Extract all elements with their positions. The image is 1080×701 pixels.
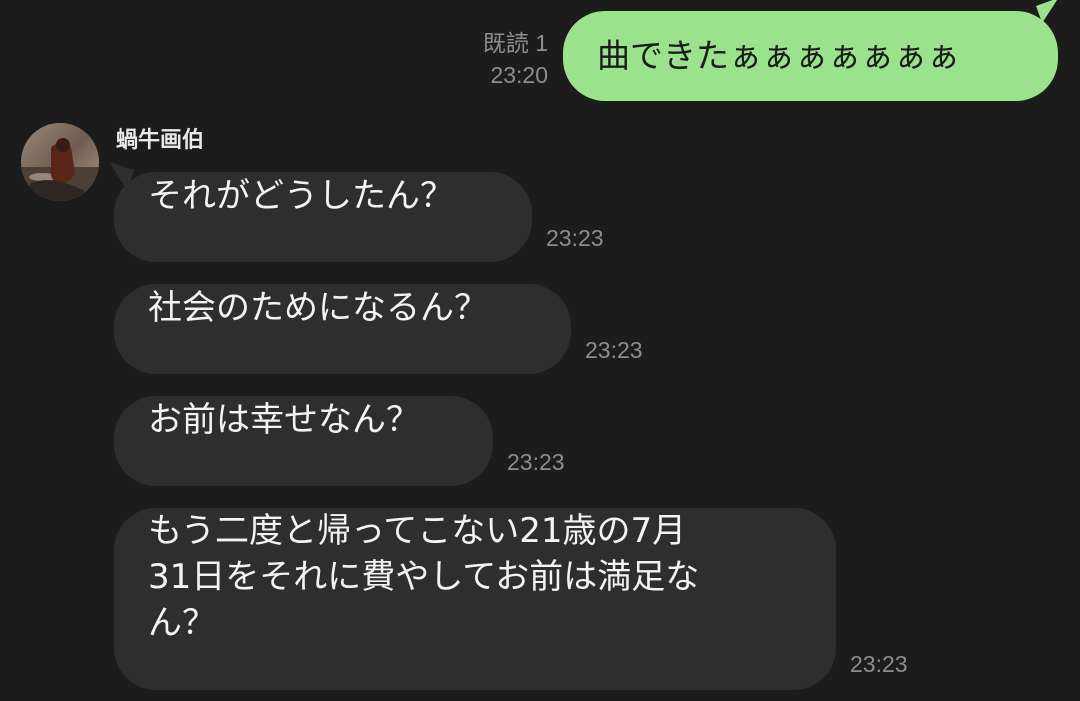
sender-name[interactable]: 蝸牛画伯 <box>116 127 204 155</box>
received-message-text: お前は幸せなん？ <box>148 400 420 440</box>
received-message-time: 23:23 <box>850 651 908 677</box>
user-avatar-photo[interactable] <box>21 123 99 201</box>
received-message-bubble[interactable]: それがどうしたん？ <box>114 172 532 262</box>
received-message-line: 31日をそれに費やしてお前は満足な <box>148 557 700 597</box>
received-message-bubble[interactable]: お前は幸せなん？ <box>114 396 493 486</box>
received-message-time: 23:23 <box>585 337 643 363</box>
sent-message-bubble[interactable]: 曲できたぁぁぁぁぁぁぁ <box>563 11 1058 101</box>
received-message-bubble[interactable]: 社会のためになるん？ <box>114 284 571 374</box>
received-message-line: もう二度と帰ってこない21歳の7月 <box>148 511 687 551</box>
received-message-text: それがどうしたん？ <box>148 176 454 216</box>
sent-message-text: 曲できたぁぁぁぁぁぁぁ <box>597 36 960 75</box>
read-receipt: 既読 1 <box>482 30 548 56</box>
received-message-text: 社会のためになるん？ <box>148 288 488 328</box>
received-message-bubble[interactable]: もう二度と帰ってこない21歳の7月 31日をそれに費やしてお前は満足な ん？ <box>114 508 836 690</box>
sent-message-meta: 既読 1 23:20 <box>483 28 548 90</box>
received-message-time: 23:23 <box>546 225 604 251</box>
sent-message-time: 23:20 <box>490 62 548 88</box>
chat-view: 既読 1 23:20 曲できたぁぁぁぁぁぁぁ 蝸牛画伯 それがどうしたん？ 23… <box>0 0 1080 701</box>
received-message-time: 23:23 <box>507 449 565 475</box>
avatar-image <box>21 123 99 201</box>
received-message-line: ん？ <box>148 603 216 643</box>
